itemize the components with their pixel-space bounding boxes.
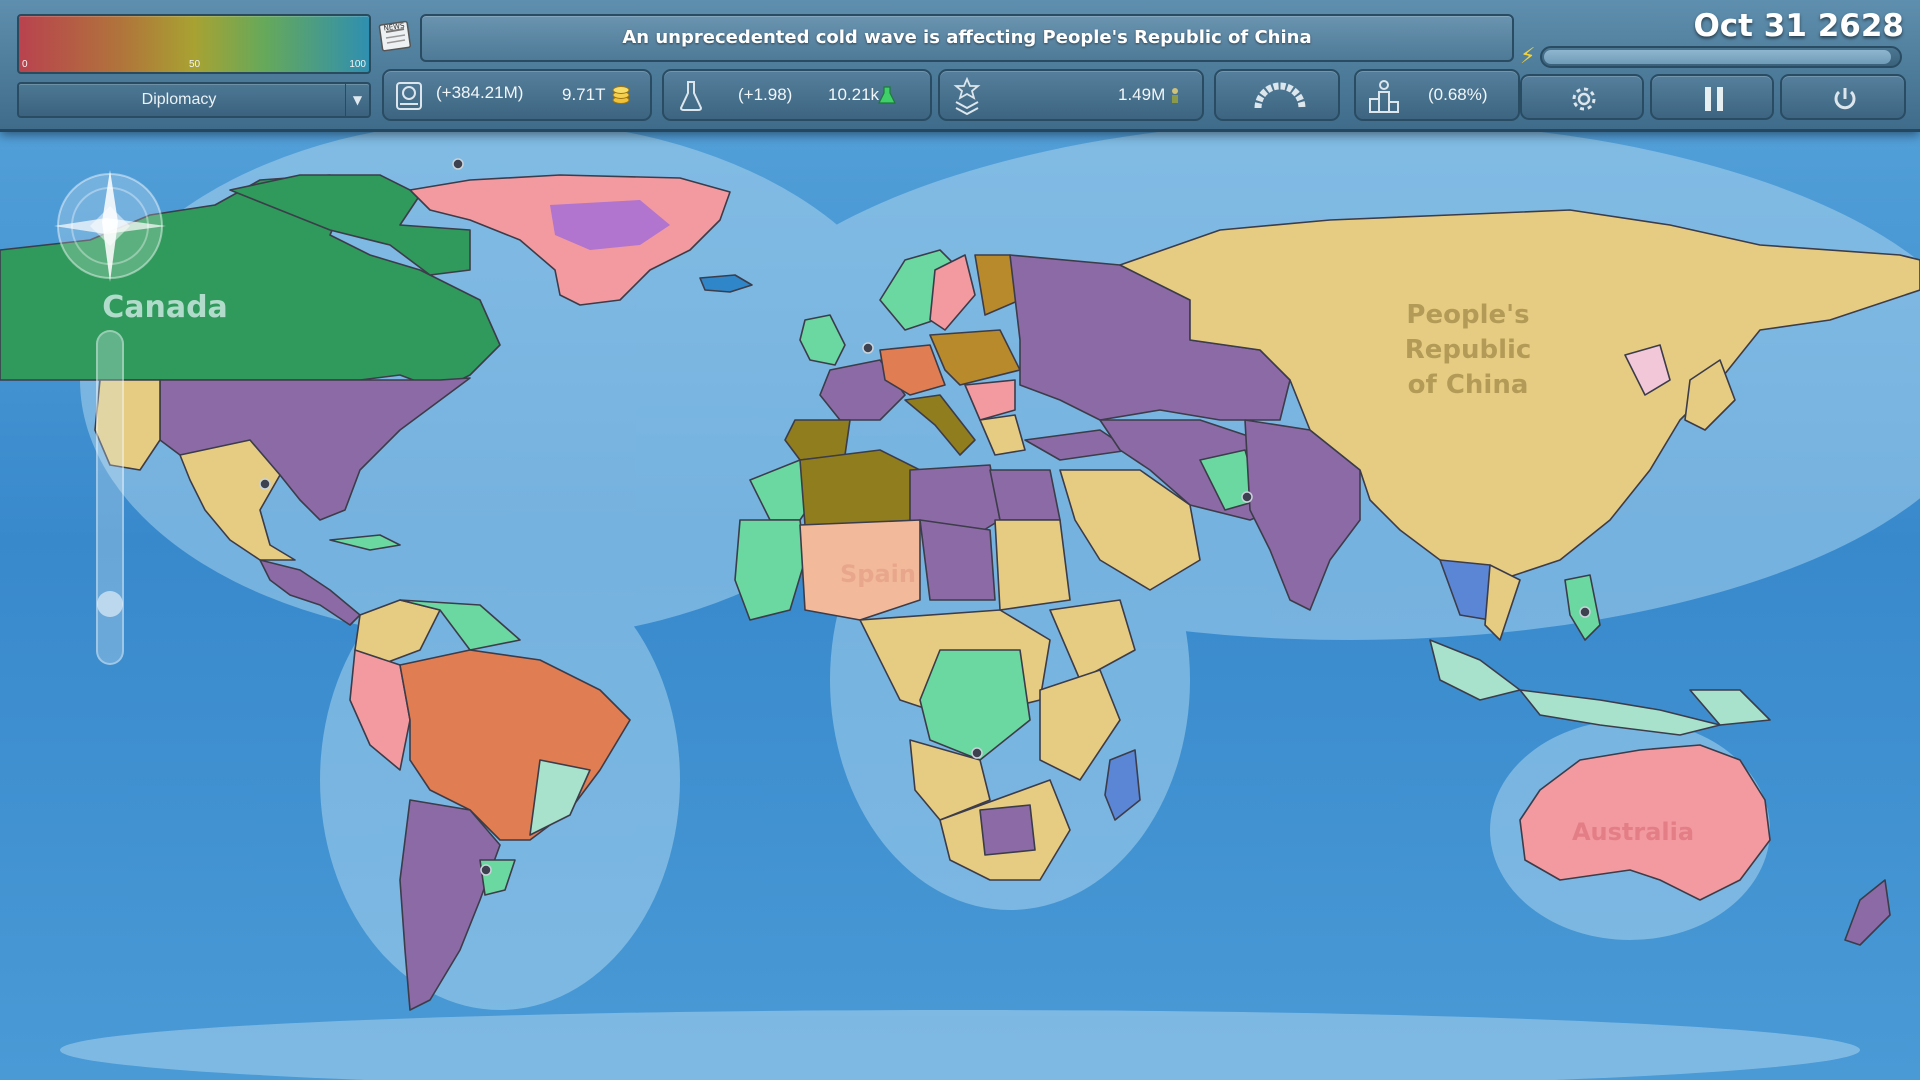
world-map[interactable]: People's Republic of China Spain Austral… [0, 0, 1920, 1080]
news-headline: An unprecedented cold wave is affecting … [622, 27, 1312, 48]
settings-button[interactable] [1520, 74, 1644, 120]
treasury-icon [396, 82, 422, 110]
country-sudan[interactable] [994, 519, 1071, 611]
newspaper-icon[interactable]: NEWS [378, 20, 414, 54]
gauge-icon [1254, 82, 1306, 109]
pin-marker[interactable] [1241, 491, 1253, 503]
label-australia: Australia [1572, 818, 1694, 846]
military-panel[interactable]: 1.49M [938, 69, 1204, 121]
label-china: People's [1406, 300, 1529, 330]
growth-rate: (0.68%) [1428, 85, 1488, 104]
growth-panel[interactable]: (0.68%) [1354, 69, 1520, 121]
research-panel[interactable]: (+1.98) 10.21k [662, 69, 932, 121]
country-chad[interactable] [919, 519, 996, 601]
gear-icon [1572, 87, 1596, 111]
country-south-africa-inner[interactable] [979, 804, 1036, 856]
pause-icon [1705, 87, 1723, 111]
power-icon [1834, 88, 1856, 110]
label-china: Republic [1405, 335, 1532, 365]
flask-icon [679, 81, 703, 111]
pin-marker[interactable] [452, 158, 464, 170]
military-rank-icon [953, 77, 981, 115]
game-date: Oct 31 2628 [1693, 8, 1904, 44]
money-delta: (+384.21M) [436, 83, 524, 102]
gold-coins-icon [612, 86, 630, 104]
military-total: 1.49M [1118, 85, 1166, 104]
money-total: 9.71T [562, 85, 606, 104]
label-spain: Spain [840, 560, 916, 588]
pause-button[interactable] [1650, 74, 1774, 120]
news-ticker[interactable]: An unprecedented cold wave is affecting … [420, 14, 1514, 62]
pin-marker[interactable] [259, 478, 271, 490]
label-china: of China [1408, 370, 1529, 400]
legend-mid: 50 [189, 59, 201, 70]
pin-marker[interactable] [971, 747, 983, 759]
selected-country-name: Canada [102, 290, 228, 325]
country-iberia[interactable] [784, 419, 851, 461]
legend-min: 0 [22, 59, 28, 70]
top-hud: 0 50 100 Diplomacy ▼ NEWS An unprecedent… [0, 0, 1920, 132]
soldier-icon [1172, 88, 1178, 103]
pin-marker[interactable] [480, 864, 492, 876]
compass-icon [54, 170, 166, 282]
chevron-down-icon[interactable]: ▼ [345, 84, 369, 116]
legend-max: 100 [349, 59, 366, 70]
pin-marker[interactable] [1579, 606, 1591, 618]
country-egypt[interactable] [989, 469, 1061, 521]
compass-widget[interactable] [44, 166, 176, 284]
podium-icon [1369, 80, 1399, 113]
game-speed-slider[interactable] [1540, 46, 1902, 68]
lightning-icon: ⚡ [1520, 44, 1536, 69]
map-mode-selected: Diplomacy [141, 91, 217, 108]
zoom-slider[interactable] [96, 330, 124, 665]
green-flask-icon [878, 86, 896, 104]
zoom-slider-thumb[interactable] [97, 591, 123, 617]
exit-button[interactable] [1780, 74, 1906, 120]
game-speed-fill [1544, 50, 1891, 64]
economy-panel[interactable]: (+384.21M) 9.71T [382, 69, 652, 121]
map-mode-dropdown[interactable]: Diplomacy ▼ [17, 82, 371, 118]
research-total: 10.21k [828, 85, 880, 104]
color-legend: 0 50 100 [17, 14, 371, 74]
pin-marker[interactable] [862, 342, 874, 354]
approval-gauge-button[interactable] [1214, 69, 1340, 121]
research-delta: (+1.98) [738, 85, 793, 104]
